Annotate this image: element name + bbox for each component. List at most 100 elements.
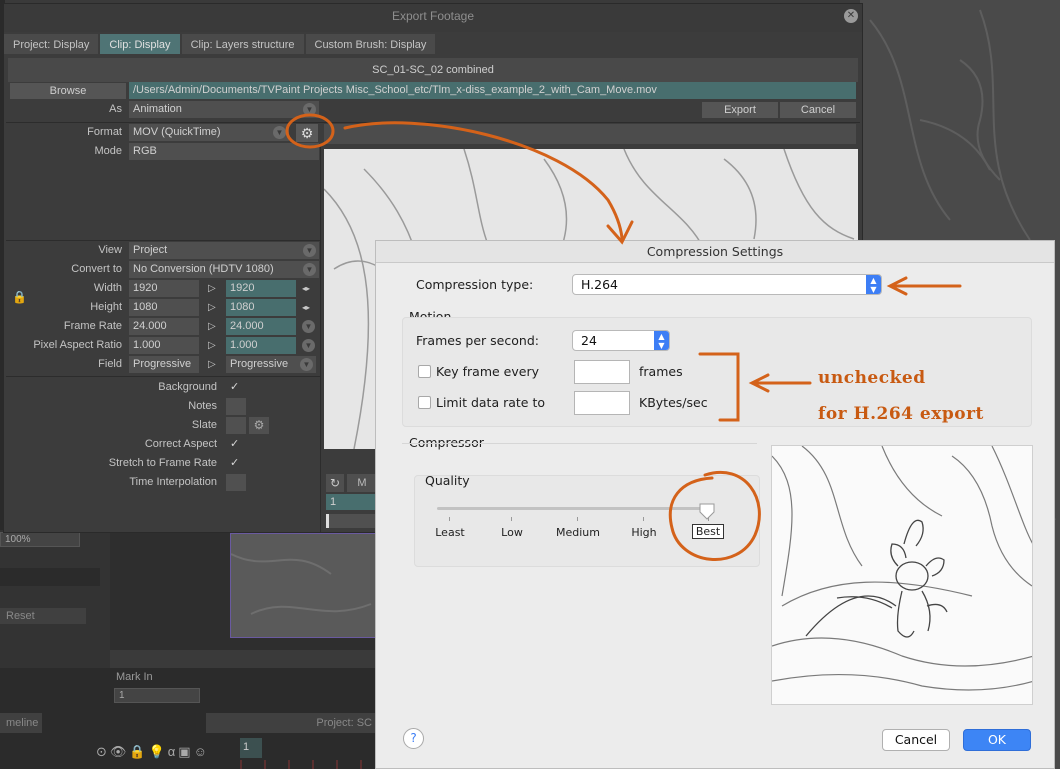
background-option-label: Background: [158, 381, 217, 393]
close-icon[interactable]: ✕: [844, 9, 858, 23]
view-dropdown[interactable]: Project ▼: [129, 242, 319, 259]
stretch-checkmark-icon[interactable]: ✓: [230, 455, 239, 472]
pixel-aspect-output-field[interactable]: 1.000: [226, 337, 296, 354]
preview-frame-field[interactable]: 1: [326, 494, 376, 510]
compression-dialog-title: Compression Settings: [376, 241, 1054, 263]
chevron-down-icon[interactable]: ▼: [302, 339, 315, 352]
stepper-icon[interactable]: ◂▸: [302, 280, 310, 297]
time-interpolation-checkbox[interactable]: [226, 474, 246, 491]
quality-slider-track: [437, 507, 713, 510]
divider: [402, 443, 757, 444]
refresh-icon[interactable]: ↻: [326, 474, 344, 492]
reset-button[interactable]: Reset: [0, 608, 86, 624]
tab-project-display[interactable]: Project: Display: [4, 34, 99, 54]
field-output-dropdown[interactable]: Progressive ▼: [226, 356, 316, 373]
help-button[interactable]: ?: [403, 728, 424, 749]
quality-tick: [511, 517, 512, 521]
view-dropdown-value: Project: [133, 244, 168, 256]
quality-tick-low: Low: [501, 526, 523, 539]
tab-clip-display[interactable]: Clip: Display: [100, 34, 180, 54]
zoom-field[interactable]: 100%: [0, 532, 80, 547]
width-output-field[interactable]: 1920: [226, 280, 296, 297]
fps-popup[interactable]: 24 ▲ ▼: [572, 330, 670, 351]
convert-dropdown[interactable]: No Conversion (HDTV 1080) ▼: [129, 261, 319, 278]
mark-in-label: Mark In: [116, 671, 153, 683]
field-source-field[interactable]: Progressive: [129, 356, 199, 373]
quality-slider[interactable]: [437, 503, 715, 523]
compression-preview-art: [772, 446, 1032, 691]
browse-button[interactable]: Browse: [10, 83, 126, 99]
scene-name: SC_01-SC_02 combined: [8, 58, 858, 82]
background-canvas-frame: [230, 533, 380, 638]
height-label: Height: [90, 301, 122, 313]
layer-tool-icons[interactable]: ⊙👁🔒💡α▣☺: [96, 744, 210, 760]
format-dropdown[interactable]: MOV (QuickTime) ▼: [129, 124, 289, 141]
keyframe-input[interactable]: [574, 360, 630, 384]
tab-custom-brush-display[interactable]: Custom Brush: Display: [305, 34, 436, 54]
divider: [6, 376, 320, 377]
play-right-icon: ▷: [208, 302, 216, 313]
keyframe-label: Key frame every: [436, 364, 539, 379]
stretch-label: Stretch to Frame Rate: [108, 457, 217, 469]
quality-tick: [643, 517, 644, 521]
view-label: View: [98, 244, 122, 256]
pixel-aspect-source-field[interactable]: 1.000: [129, 337, 199, 354]
timeline-tab[interactable]: meline: [0, 713, 42, 733]
chevron-down-icon: ▼: [273, 126, 286, 139]
quality-tick: [577, 517, 578, 521]
fps-label: Frames per second:: [416, 333, 539, 348]
height-source-field[interactable]: 1080: [129, 299, 199, 316]
slate-option-label: Slate: [191, 419, 217, 431]
notes-checkbox[interactable]: [226, 398, 246, 415]
limit-data-rate-unit: KBytes/sec: [639, 395, 708, 410]
format-dropdown-value: MOV (QuickTime): [133, 126, 221, 138]
preview-mode-button[interactable]: M: [347, 474, 377, 492]
correct-aspect-checkmark-icon[interactable]: ✓: [230, 436, 239, 453]
background-checkmark-icon[interactable]: ✓: [230, 379, 239, 396]
ok-button[interactable]: OK: [963, 729, 1031, 751]
chevron-down-icon[interactable]: ▼: [302, 320, 315, 333]
mode-dropdown[interactable]: RGB: [129, 143, 319, 160]
compression-preview-image: [771, 445, 1033, 705]
quality-tick-medium: Medium: [556, 526, 600, 539]
preview-scrubber[interactable]: [326, 514, 376, 528]
slate-checkbox[interactable]: [226, 417, 246, 434]
limit-data-rate-input[interactable]: [574, 391, 630, 415]
mode-label: Mode: [94, 145, 122, 157]
mark-in-field[interactable]: 1: [114, 688, 200, 703]
as-label: As: [109, 103, 122, 115]
frame-rate-output-field[interactable]: 24.000: [226, 318, 296, 335]
height-output-field[interactable]: 1080: [226, 299, 296, 316]
chevron-up-down-icon: ▲ ▼: [866, 275, 881, 294]
width-source-field[interactable]: 1920: [129, 280, 199, 297]
compression-cancel-button[interactable]: Cancel: [882, 729, 950, 751]
compression-type-popup[interactable]: H.264 ▲ ▼: [572, 274, 882, 295]
tab-clip-layers-structure[interactable]: Clip: Layers structure: [181, 34, 304, 54]
convert-label: Convert to: [71, 263, 122, 275]
compression-type-label: Compression type:: [416, 277, 534, 292]
format-preview-header: [324, 124, 856, 144]
frame-rate-label: Frame Rate: [63, 320, 122, 332]
field-output-value: Progressive: [230, 358, 289, 370]
export-cancel-button[interactable]: Cancel: [780, 102, 856, 118]
limit-data-rate-checkbox[interactable]: [418, 396, 431, 409]
background-strip: [0, 568, 100, 586]
timeline-frame-number[interactable]: 1: [240, 738, 262, 758]
annotation-unchecked: unchecked: [818, 368, 926, 388]
export-button[interactable]: Export: [702, 102, 778, 118]
notes-option-label: Notes: [188, 400, 217, 412]
stepper-icon[interactable]: ◂▸: [302, 299, 310, 316]
as-dropdown[interactable]: Animation ▼: [129, 101, 319, 118]
quality-slider-knob[interactable]: [699, 503, 715, 520]
export-path-field[interactable]: /Users/Admin/Documents/TVPaint Projects …: [129, 82, 856, 99]
quality-tick-best: Best: [692, 524, 724, 539]
play-right-icon: ▷: [208, 321, 216, 332]
quality-tick-least: Least: [435, 526, 465, 539]
format-settings-gear-icon[interactable]: ⚙: [296, 124, 318, 142]
export-window-title: Export Footage: [4, 4, 862, 32]
quality-tick: [708, 517, 709, 521]
frame-rate-source-field[interactable]: 24.000: [129, 318, 199, 335]
keyframe-checkbox[interactable]: [418, 365, 431, 378]
timeline-project-label: Project: SC: [206, 713, 378, 733]
slate-settings-gear-icon[interactable]: ⚙: [249, 417, 269, 434]
